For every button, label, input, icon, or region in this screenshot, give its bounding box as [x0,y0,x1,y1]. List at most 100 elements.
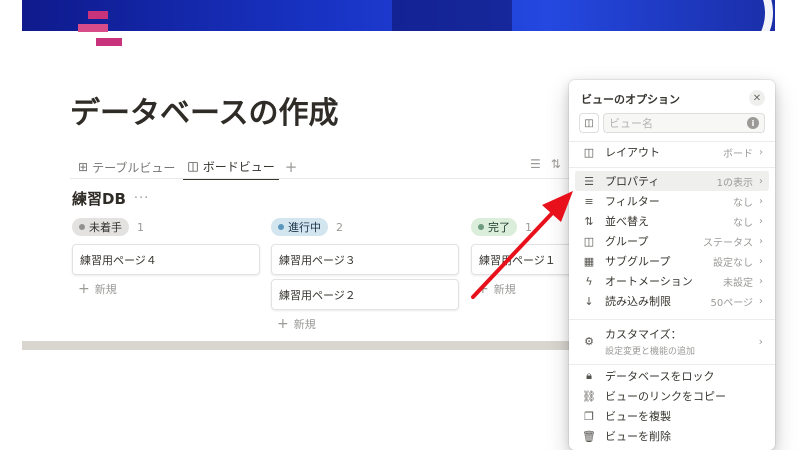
panel-divider [569,364,775,365]
column-count: 2 [336,220,343,234]
filter-toolbar-icon[interactable]: ☰ [530,157,541,171]
menu-label: データベースをロック [605,370,715,383]
trash-icon: 🗑︎ [582,429,596,443]
board-icon[interactable]: ◫ [579,113,599,133]
sort-toolbar-icon[interactable]: ⇅ [551,157,561,171]
status-label: 完了 [488,221,510,234]
chevron-right-icon: › [759,235,763,247]
menu-item-filter[interactable]: ≡ フィルター なし › [575,191,769,211]
cover-shadow [392,0,512,31]
menu-value: ステータス [703,237,753,249]
chevron-right-icon: › [759,195,763,207]
view-name-row: ◫ ビュー名 i [579,113,765,133]
tab-label: テーブルビュー [92,160,176,175]
menu-item-lock-database[interactable]: 🔒︎ データベースをロック [575,366,769,386]
properties-icon: ☰ [584,174,594,188]
view-options-panel: ビューのオプション ✕ ◫ ビュー名 i ◫ レイアウト ボード › ☰ プロパ… [569,80,775,450]
menu-item-delete[interactable]: 🗑︎ ビューを削除 [575,426,769,446]
menu-item-properties[interactable]: ☰ プロパティ 1の表示 › [575,171,769,191]
board-column-in-progress: 進行中 2 練習用ページ３ 練習用ページ２ + 新規 [271,218,459,332]
group-icon: ◫ [583,234,595,248]
menu-item-automation[interactable]: ϟ オートメーション 未設定 › [575,271,769,291]
chevron-right-icon: › [759,275,763,287]
menu-label: 読み込み制限 [605,295,671,308]
subgroup-icon: ▦ [583,254,595,268]
menu-item-sort[interactable]: ⇅ 並べ替え なし › [575,211,769,231]
status-dot-icon [478,224,484,230]
status-badge[interactable]: 未着手 [72,218,129,236]
add-new-label: 新規 [493,283,516,296]
view-name-placeholder: ビュー名 [609,117,653,130]
table-icon: ⊞ [78,160,89,174]
board-card[interactable]: 練習用ページ２ [271,279,459,310]
view-toolbar: ☰ ⇅ [530,157,561,171]
customize-sub: 設定変更と機能の追加 [605,346,696,357]
chevron-right-icon: › [759,215,763,227]
database-title[interactable]: 練習DB [72,188,126,209]
add-new-button[interactable]: + 新規 [72,281,260,297]
menu-item-group[interactable]: ◫ グループ ステータス › [575,231,769,251]
database-title-row: 練習DB ··· [72,188,149,209]
menu-value: 50ページ [710,297,753,309]
chevron-right-icon: › [759,175,763,187]
add-new-button[interactable]: + 新規 [471,281,581,297]
menu-value: 設定なし [713,257,753,269]
menu-value: なし [733,217,753,229]
menu-label: プロパティ [605,175,660,188]
menu-value: 1の表示 [716,177,753,189]
chevron-right-icon: › [759,255,763,267]
panel-divider [569,319,775,320]
add-new-label: 新規 [94,283,117,296]
menu-label: サブグループ [605,255,671,268]
customize-text: カスタマイズ： 設定変更と機能の追加 [605,326,759,357]
close-icon[interactable]: ✕ [749,90,765,106]
menu-label: グループ [605,235,649,248]
customize-label: カスタマイズ： [605,327,682,341]
menu-label: オートメーション [605,275,693,288]
page-icon[interactable] [76,10,124,50]
panel-title: ビューのオプション [581,93,680,106]
board-column-done: 完了 1 練習用ページ１ + 新規 [471,218,600,297]
more-options-icon[interactable]: ··· [134,191,149,206]
tab-board-view[interactable]: ◫ ボードビュー [183,154,279,180]
menu-item-layout[interactable]: ◫ レイアウト ボード › [575,142,769,162]
board-card[interactable]: 練習用ページ４ [72,244,260,275]
status-label: 未着手 [89,221,122,234]
menu-label: フィルター [605,195,660,208]
menu-item-customize[interactable]: ⚙ カスタマイズ： 設定変更と機能の追加 › [575,324,769,358]
page-title[interactable]: データベースの作成 [70,88,339,132]
menu-label: 並べ替え [605,215,649,228]
menu-item-copy-link[interactable]: ⛓ ビューのリンクをコピー [575,386,769,406]
menu-value: 未設定 [723,277,753,289]
menu-label: ビューを複製 [605,410,671,423]
status-dot-icon [79,224,85,230]
menu-item-subgroup[interactable]: ▦ サブグループ 設定なし › [575,251,769,271]
menu-item-duplicate[interactable]: ❐ ビューを複製 [575,406,769,426]
board-column-not-started: 未着手 1 練習用ページ４ + 新規 [72,218,260,297]
info-icon[interactable]: i [747,117,759,129]
tab-table-view[interactable]: ⊞ テーブルビュー [74,155,179,179]
load-limit-icon: ↓ [584,294,594,308]
gear-icon: ⚙ [584,334,594,348]
tab-label: ボードビュー [202,159,275,174]
page-cover-image [22,0,775,31]
tabs-divider [70,178,570,179]
column-header: 未着手 1 [72,218,260,236]
menu-label: ビューを削除 [605,430,671,443]
sort-icon: ⇅ [584,214,594,228]
add-view-icon[interactable]: + [285,158,298,176]
panel-divider [569,167,775,168]
chevron-right-icon: › [758,334,763,348]
board-icon: ◫ [187,159,199,173]
view-name-input[interactable]: ビュー名 i [603,113,765,133]
add-new-button[interactable]: + 新規 [271,316,459,332]
chevron-right-icon: › [759,146,763,158]
menu-label: レイアウト [605,146,660,159]
status-badge[interactable]: 完了 [471,218,517,236]
add-new-label: 新規 [293,318,316,331]
menu-item-load-limit[interactable]: ↓ 読み込み制限 50ページ › [575,291,769,311]
menu-value: なし [733,197,753,209]
duplicate-icon: ❐ [584,409,594,423]
board-card[interactable]: 練習用ページ３ [271,244,459,275]
status-badge[interactable]: 進行中 [271,218,328,236]
